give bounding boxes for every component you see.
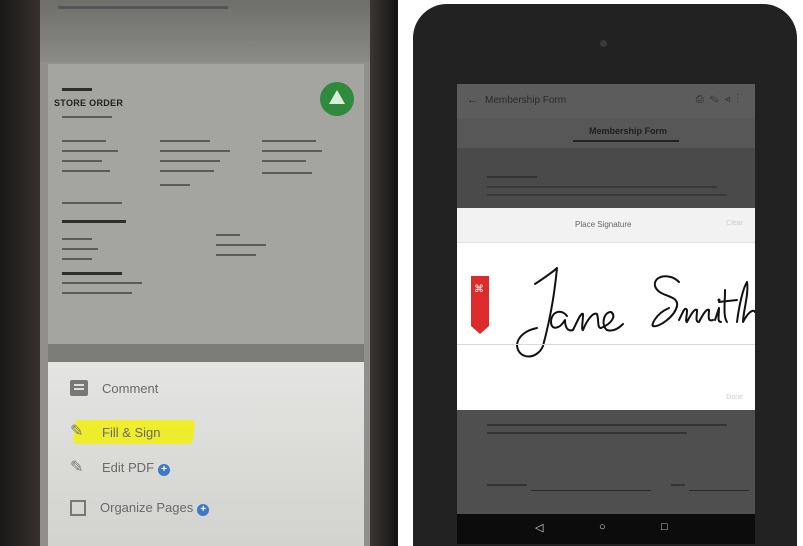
android-nav-bar: ◁ ○ □ xyxy=(457,514,755,544)
document-lower-area xyxy=(457,410,755,514)
signature-panel[interactable]: Place Signature Clear ⌘ Done xyxy=(457,208,755,410)
done-button[interactable]: Done xyxy=(726,394,743,401)
tools-menu: Comment Fill & Sign Edit PDF+ Organize P… xyxy=(48,362,364,546)
menu-item-comment[interactable]: Comment xyxy=(70,380,158,396)
phone-screen: STORE ORDER Comment Fill & Sign Edit PDF… xyxy=(40,0,370,546)
clear-button[interactable]: Clear xyxy=(726,220,743,227)
store-logo-icon xyxy=(320,82,354,116)
signature-panel-title: Place Signature xyxy=(575,220,632,229)
app-bar: ← Membership Form ⎙✎⋖⋮ xyxy=(457,84,755,118)
plus-badge-icon: + xyxy=(158,464,171,476)
menu-item-label: Fill & Sign xyxy=(102,424,161,440)
plus-badge-icon: + xyxy=(197,504,210,516)
menu-item-label: Comment xyxy=(102,380,159,396)
comment-icon xyxy=(70,380,88,396)
pdf-page xyxy=(48,64,364,364)
back-arrow-icon[interactable]: ← xyxy=(467,94,478,106)
fill-sign-icon xyxy=(70,421,88,440)
organize-icon xyxy=(70,500,86,516)
document-title: STORE ORDER xyxy=(54,98,124,108)
menu-item-edit-pdf[interactable]: Edit PDF+ xyxy=(70,457,171,476)
menu-item-organize-pages[interactable]: Organize Pages + xyxy=(70,500,210,516)
toolbar-actions-icon[interactable]: ⎙✎⋖⋮ xyxy=(696,94,745,105)
camera-icon xyxy=(600,40,607,47)
pen-icon xyxy=(70,457,88,476)
form-title: Membership Form xyxy=(589,126,668,136)
menu-item-label: Organize Pages xyxy=(100,500,194,515)
menu-item-fill-sign[interactable]: Fill & Sign xyxy=(70,421,161,440)
previous-page-strip xyxy=(40,0,370,62)
tablet-device: ← Membership Form ⎙✎⋖⋮ Membership Form P… xyxy=(413,4,797,546)
menu-item-label: Edit PDF xyxy=(102,460,155,475)
recents-nav-icon[interactable]: □ xyxy=(661,521,668,533)
tablet-screen: ← Membership Form ⎙✎⋖⋮ Membership Form P… xyxy=(457,84,755,544)
phone-photo: STORE ORDER Comment Fill & Sign Edit PDF… xyxy=(0,0,398,546)
document-header: Membership Form xyxy=(457,118,755,148)
phone-bezel-right xyxy=(370,0,398,546)
home-nav-icon[interactable]: ○ xyxy=(599,521,606,533)
signature-baseline xyxy=(457,344,755,345)
form-title-underline xyxy=(573,140,679,142)
app-bar-title: Membership Form xyxy=(485,95,567,106)
table-header-bar xyxy=(48,344,364,362)
back-nav-icon[interactable]: ◁ xyxy=(535,521,543,534)
signature-panel-header: Place Signature Clear xyxy=(457,208,755,243)
